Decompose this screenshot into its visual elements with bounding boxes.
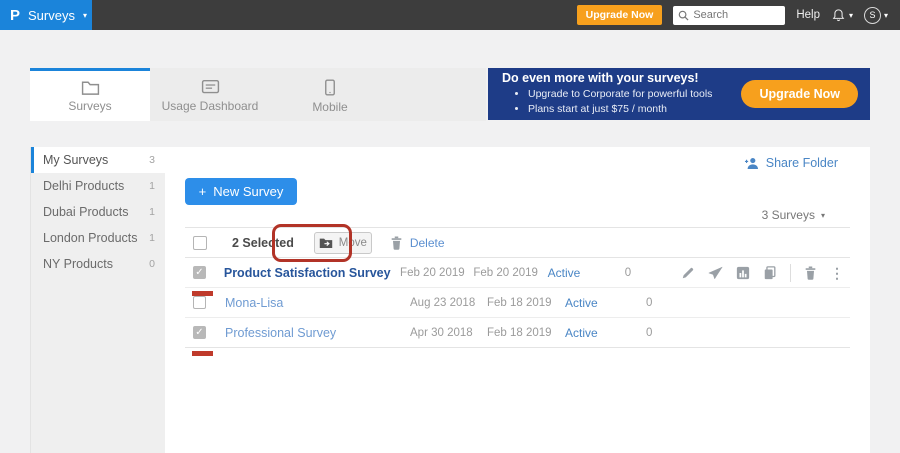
topbar-upgrade-button[interactable]: Upgrade Now [577,5,663,25]
responses-count: 0 [646,327,705,339]
move-label: Move [339,237,367,249]
folder-count: 1 [149,206,155,218]
surveys-table: 2 Selected Move Delete ✓ Product Satisfa… [185,227,850,348]
checkbox-annotation-underline [192,351,213,356]
surveys-count-dropdown[interactable]: 3 Surveys ▾ [762,208,825,222]
send-icon[interactable] [708,266,723,280]
modified-date: Feb 20 2019 [473,267,547,279]
edit-icon[interactable] [681,266,695,280]
table-row: Mona-Lisa Aug 23 2018 Feb 18 2019 Active… [185,288,850,318]
share-folder-button[interactable]: Share Folder [744,156,838,170]
promo-banner: Do even more with your surveys! Upgrade … [488,68,870,120]
share-folder-label: Share Folder [766,156,838,170]
survey-title-link[interactable]: Professional Survey [217,326,410,340]
sidebar-item-my-surveys[interactable]: My Surveys 3 [31,147,165,173]
tab-surveys[interactable]: Surveys [30,68,150,121]
folder-label: Delhi Products [43,179,149,193]
mobile-icon [324,79,336,96]
folder-count: 1 [149,180,155,192]
row-trash-icon[interactable] [804,266,817,280]
dashboard-icon [201,79,220,95]
share-folder-icon [744,156,760,170]
row-checkbox[interactable]: ✓ [193,266,206,279]
status-label: Active [548,266,625,280]
survey-title-link[interactable]: Mona-Lisa [217,296,410,310]
main-panel: Share Folder + New Survey 3 Surveys ▾ 2 … [165,147,870,453]
product-switcher[interactable]: P Surveys ▾ [0,0,92,30]
chevron-down-icon: ▾ [83,11,87,20]
actions-divider [790,264,791,282]
row-checkbox[interactable]: ✓ [193,326,206,339]
section-tabs: Surveys Usage Dashboard Mobile [30,68,486,121]
chevron-down-icon: ▾ [849,11,853,20]
tab-label: Surveys [68,99,111,113]
created-date: Apr 30 2018 [410,327,487,339]
search-input[interactable] [693,9,777,21]
tab-usage-dashboard[interactable]: Usage Dashboard [150,68,270,121]
new-survey-button[interactable]: + New Survey [185,178,297,205]
table-row: ✓ Product Satisfaction Survey Feb 20 201… [185,258,850,288]
move-button[interactable]: Move [314,232,372,254]
copy-icon[interactable] [763,266,777,280]
top-bar: P Surveys ▾ Upgrade Now Help ▾ S ▾ [0,0,900,30]
sidebar-item-dubai-products[interactable]: Dubai Products 1 [31,199,165,225]
banner-bullet: Plans start at just $75 / month [528,102,712,117]
sidebar-item-ny-products[interactable]: NY Products 0 [31,251,165,277]
banner-bullet: Upgrade to Corporate for powerful tools [528,87,712,102]
folder-label: London Products [43,231,149,245]
modified-date: Feb 18 2019 [487,297,565,309]
row-checkbox[interactable] [193,296,206,309]
chevron-down-icon: ▾ [821,211,825,220]
search-box[interactable] [673,6,785,25]
delete-label: Delete [410,236,445,250]
modified-date: Feb 18 2019 [487,327,565,339]
folder-count: 1 [149,232,155,244]
sidebar-item-delhi-products[interactable]: Delhi Products 1 [31,173,165,199]
folders-sidebar: My Surveys 3 Delhi Products 1 Dubai Prod… [30,147,165,453]
banner-title: Do even more with your surveys! [502,71,712,85]
folder-label: My Surveys [43,153,149,167]
folder-label: NY Products [43,257,149,271]
reports-icon[interactable] [736,266,750,280]
created-date: Feb 20 2019 [400,267,473,279]
banner-upgrade-button[interactable]: Upgrade Now [741,80,858,108]
surveys-count-label: 3 Surveys [762,208,815,222]
folder-count: 0 [149,258,155,270]
tab-mobile[interactable]: Mobile [270,68,390,121]
responses-count: 0 [646,297,705,309]
sidebar-item-london-products[interactable]: London Products 1 [31,225,165,251]
avatar: S [864,7,881,24]
product-menu-label: Surveys [28,8,75,23]
row-actions: ⋮ [681,264,850,282]
chevron-down-icon: ▾ [884,11,888,20]
plus-icon: + [199,184,207,199]
status-label: Active [565,296,646,310]
trash-icon [390,236,403,250]
move-folder-icon [319,237,333,248]
tab-label: Usage Dashboard [162,99,259,113]
created-date: Aug 23 2018 [410,297,487,309]
folder-icon [81,79,100,95]
folder-count: 3 [149,154,155,166]
more-options-icon[interactable]: ⋮ [830,266,844,280]
brand-logo-icon: P [10,8,20,23]
tab-label: Mobile [312,100,347,114]
selected-count-label: 2 Selected [232,236,294,250]
table-row: ✓ Professional Survey Apr 30 2018 Feb 18… [185,318,850,348]
search-icon [678,10,689,21]
bulk-action-row: 2 Selected Move Delete [185,227,850,258]
delete-button[interactable]: Delete [390,236,445,250]
survey-title-link[interactable]: Product Satisfaction Survey [216,266,400,280]
status-label: Active [565,326,646,340]
account-menu[interactable]: S ▾ [864,7,888,24]
folder-label: Dubai Products [43,205,149,219]
help-link[interactable]: Help [796,9,820,21]
notifications-menu[interactable]: ▾ [831,8,853,23]
responses-count: 0 [625,267,681,279]
select-all-checkbox[interactable] [193,236,207,250]
bell-icon [831,8,846,23]
new-survey-label: New Survey [213,184,283,199]
banner-bullet-list: Upgrade to Corporate for powerful tools … [502,87,712,117]
